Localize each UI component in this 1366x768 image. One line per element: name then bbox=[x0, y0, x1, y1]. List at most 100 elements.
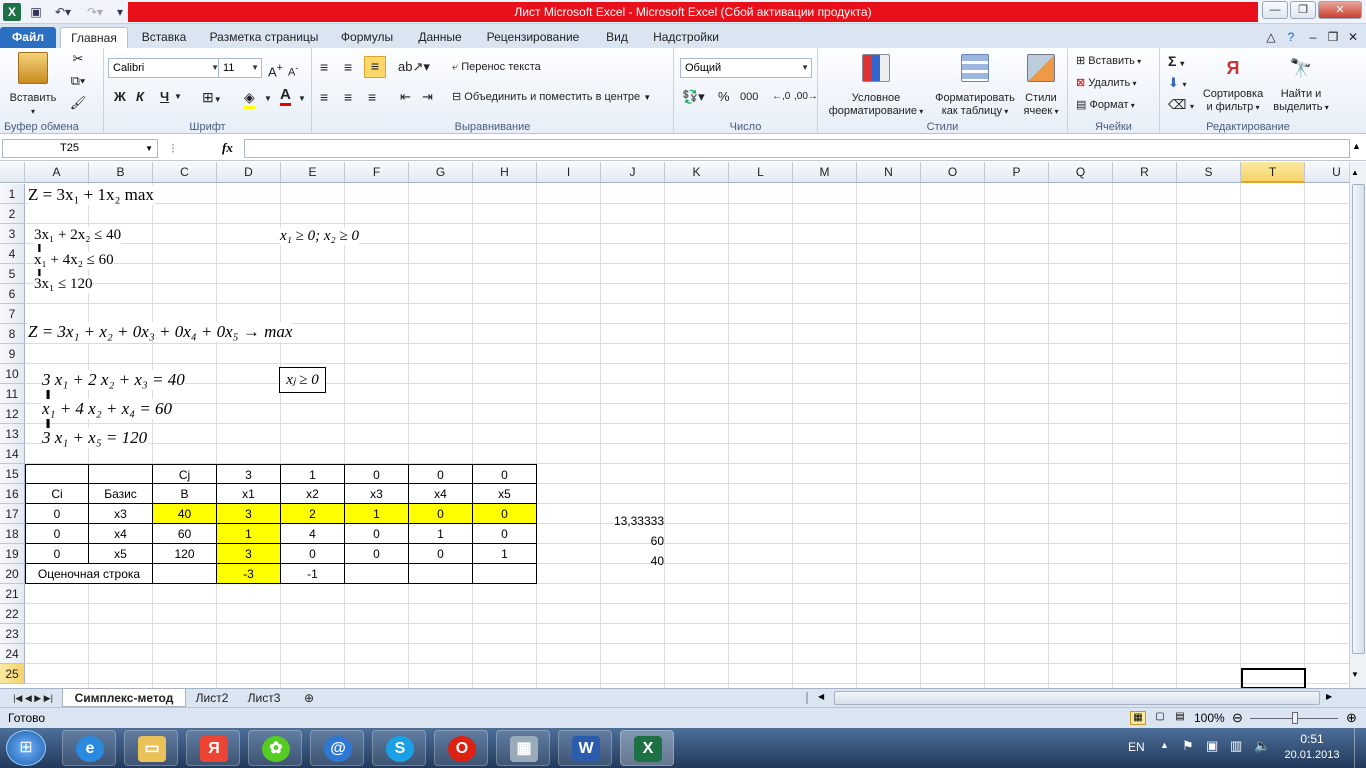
scroll-up-icon[interactable]: ▲ bbox=[1351, 168, 1359, 177]
fill-dropdown-icon[interactable]: ▼ bbox=[264, 90, 272, 108]
insert-cells-button[interactable]: ⊞ Вставить ▾ bbox=[1076, 52, 1141, 71]
insert-sheet-icon[interactable]: ⊕ bbox=[296, 689, 322, 707]
column-header-u[interactable]: U bbox=[1305, 162, 1349, 183]
tab-page-layout[interactable]: Разметка страницы bbox=[200, 27, 328, 48]
table-cell-r15-e[interactable]: 1 bbox=[281, 464, 345, 484]
table-cell-r19-g[interactable]: 0 bbox=[409, 544, 473, 564]
vertical-scroll-thumb[interactable] bbox=[1352, 184, 1365, 654]
underline-button[interactable]: Ч bbox=[160, 88, 169, 106]
increase-decimal-icon[interactable]: ←,0 bbox=[772, 88, 790, 106]
table-cell-r19-e[interactable]: 0 bbox=[281, 544, 345, 564]
fill-icon[interactable]: ⬇ ▾ bbox=[1168, 74, 1187, 94]
help-icon[interactable]: ? bbox=[1282, 27, 1300, 48]
sheet-tab-3[interactable]: Лист3 bbox=[240, 689, 288, 707]
column-header-h[interactable]: H bbox=[473, 162, 537, 183]
table-cell-r16-d[interactable]: x1 bbox=[217, 484, 281, 504]
volume-icon[interactable]: 🔈 bbox=[1254, 738, 1270, 754]
row-header-20[interactable]: 20 bbox=[0, 564, 25, 584]
shrink-font-icon[interactable]: A- bbox=[288, 59, 298, 82]
page-layout-view-icon[interactable]: ▢ bbox=[1152, 711, 1168, 725]
ratio-j19[interactable]: 40 bbox=[602, 551, 664, 571]
tab-home[interactable]: Главная bbox=[60, 27, 128, 48]
close-button[interactable]: ✕ bbox=[1318, 1, 1362, 19]
column-header-m[interactable]: M bbox=[793, 162, 857, 183]
table-cell-evaluation-label[interactable]: Оценочная строка bbox=[25, 564, 153, 584]
taskbar-icq[interactable]: ✿ bbox=[248, 730, 302, 766]
page-break-view-icon[interactable]: ▤ bbox=[1172, 711, 1188, 725]
insert-function-button[interactable]: fx bbox=[222, 139, 242, 158]
row-header-12[interactable]: 12 bbox=[0, 404, 25, 424]
number-format-select[interactable]: Общий ▼ bbox=[680, 58, 812, 78]
normal-view-icon[interactable]: ▦ bbox=[1130, 711, 1146, 725]
column-header-q[interactable]: Q bbox=[1049, 162, 1113, 183]
table-cell-r20-c[interactable] bbox=[153, 564, 217, 584]
taskbar-yandex[interactable]: Я bbox=[186, 730, 240, 766]
column-header-d[interactable]: D bbox=[217, 162, 281, 183]
cut-icon[interactable]: ✂ bbox=[64, 52, 92, 65]
row-header-19[interactable]: 19 bbox=[0, 544, 25, 564]
row-header-3[interactable]: 3 bbox=[0, 224, 25, 244]
table-cell-r20-h[interactable] bbox=[473, 564, 537, 584]
bold-button[interactable]: Ж bbox=[114, 88, 126, 106]
decrease-indent-icon[interactable]: ⇤ bbox=[400, 88, 411, 106]
table-cell-r18-f[interactable]: 0 bbox=[345, 524, 409, 544]
wb-close-icon[interactable]: ✕ bbox=[1344, 27, 1362, 48]
align-top-icon[interactable]: ≡ bbox=[320, 58, 328, 76]
table-cell-r15-a[interactable] bbox=[25, 464, 89, 484]
align-center-icon[interactable]: ≡ bbox=[344, 88, 352, 106]
column-header-c[interactable]: C bbox=[153, 162, 217, 183]
column-header-f[interactable]: F bbox=[345, 162, 409, 183]
table-cell-r18-e[interactable]: 4 bbox=[281, 524, 345, 544]
scroll-down-icon[interactable]: ▼ bbox=[1351, 670, 1359, 679]
undo-icon[interactable]: ↶▾ bbox=[50, 3, 76, 21]
font-size-select[interactable]: 11 ▼ bbox=[218, 58, 262, 78]
column-header-b[interactable]: B bbox=[89, 162, 153, 183]
table-cell-r18-c[interactable]: 60 bbox=[153, 524, 217, 544]
column-header-n[interactable]: N bbox=[857, 162, 921, 183]
tab-addins[interactable]: Надстройки bbox=[646, 27, 726, 48]
save-icon[interactable]: ▣ bbox=[27, 3, 45, 21]
row-header-15[interactable]: 15 bbox=[0, 464, 25, 484]
clock-date[interactable]: 20.01.2013 bbox=[1276, 749, 1348, 761]
network-icon[interactable]: ▥ bbox=[1230, 738, 1242, 754]
decrease-decimal-icon[interactable]: ,00→ bbox=[794, 88, 818, 106]
wb-minimize-icon[interactable]: – bbox=[1304, 27, 1322, 48]
row-header-8[interactable]: 8 bbox=[0, 324, 25, 344]
scroll-left-icon[interactable]: ◀ bbox=[818, 692, 824, 701]
format-cells-button[interactable]: ▤ Формат ▾ bbox=[1076, 96, 1135, 115]
table-cell-r15-h[interactable]: 0 bbox=[473, 464, 537, 484]
row-header-1[interactable]: 1 bbox=[0, 184, 25, 204]
table-cell-r16-g[interactable]: x4 bbox=[409, 484, 473, 504]
row-header-7[interactable]: 7 bbox=[0, 304, 25, 324]
align-right-icon[interactable]: ≡ bbox=[368, 88, 376, 106]
table-cell-r17-a[interactable]: 0 bbox=[25, 504, 89, 524]
taskbar-ie[interactable]: e bbox=[62, 730, 116, 766]
taskbar-explorer[interactable]: ▭ bbox=[124, 730, 178, 766]
column-header-k[interactable]: K bbox=[665, 162, 729, 183]
row-header-16[interactable]: 16 bbox=[0, 484, 25, 504]
clear-icon[interactable]: ⌫ ▾ bbox=[1168, 96, 1194, 116]
column-header-t[interactable]: T bbox=[1241, 162, 1305, 183]
sort-filter-button[interactable]: Я Сортировка и фильтр ▾ bbox=[1198, 54, 1268, 114]
scroll-right-icon[interactable]: ▶ bbox=[1326, 692, 1332, 701]
sheet-tab-simplex[interactable]: Симплекс-метод bbox=[62, 689, 186, 707]
table-cell-r16-a[interactable]: Ci bbox=[25, 484, 89, 504]
tab-split-handle[interactable] bbox=[806, 692, 814, 704]
name-box[interactable]: T25 ▼ bbox=[2, 139, 158, 158]
row-header-5[interactable]: 5 bbox=[0, 264, 25, 284]
row-header-25[interactable]: 25 bbox=[0, 664, 25, 684]
table-cell-r16-f[interactable]: x3 bbox=[345, 484, 409, 504]
merge-center-button[interactable]: ⊟ Объединить и поместить в центре ▼ bbox=[452, 88, 651, 107]
vertical-scrollbar[interactable]: ▲ ▼ bbox=[1349, 162, 1366, 688]
row-header-2[interactable]: 2 bbox=[0, 204, 25, 224]
table-cell-r19-b[interactable]: x5 bbox=[89, 544, 153, 564]
fill-color-icon[interactable]: ◈ bbox=[244, 88, 255, 109]
horizontal-scroll-thumb[interactable] bbox=[834, 691, 1320, 705]
table-cell-r15-f[interactable]: 0 bbox=[345, 464, 409, 484]
row-header-23[interactable]: 23 bbox=[0, 624, 25, 644]
cell-styles-button[interactable]: Стили ячеек ▾ bbox=[1020, 54, 1062, 118]
action-center-flag-icon[interactable]: ⚑ bbox=[1182, 738, 1194, 754]
row-header-4[interactable]: 4 bbox=[0, 244, 25, 264]
row-header-21[interactable]: 21 bbox=[0, 584, 25, 604]
tab-insert[interactable]: Вставка bbox=[136, 27, 192, 48]
